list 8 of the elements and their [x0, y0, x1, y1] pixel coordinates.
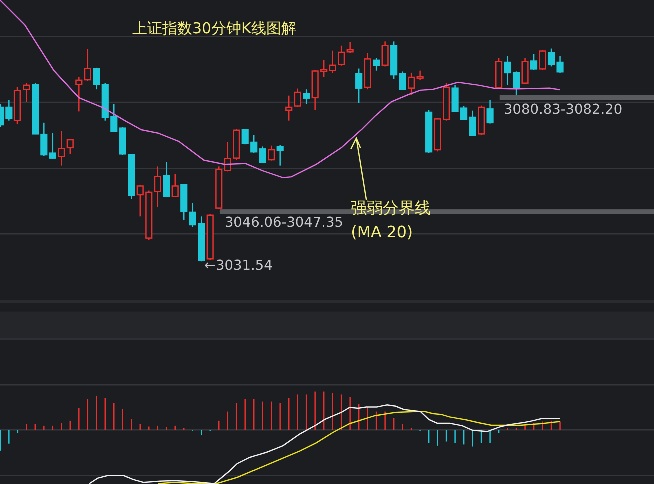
callout-label: 强弱分界线: [351, 198, 432, 218]
price-range-label: 3046.06-3047.35: [224, 215, 344, 232]
price-range-label: 3080.83-3082.20: [504, 102, 623, 118]
candlestick: [23, 83, 30, 102]
chart-title: 上证指数30分钟K线图解: [132, 19, 296, 38]
pointer-arrow: [350, 136, 368, 200]
callout-label: (MA 20): [351, 222, 414, 242]
low-price-label: ←3031.54: [204, 258, 273, 274]
